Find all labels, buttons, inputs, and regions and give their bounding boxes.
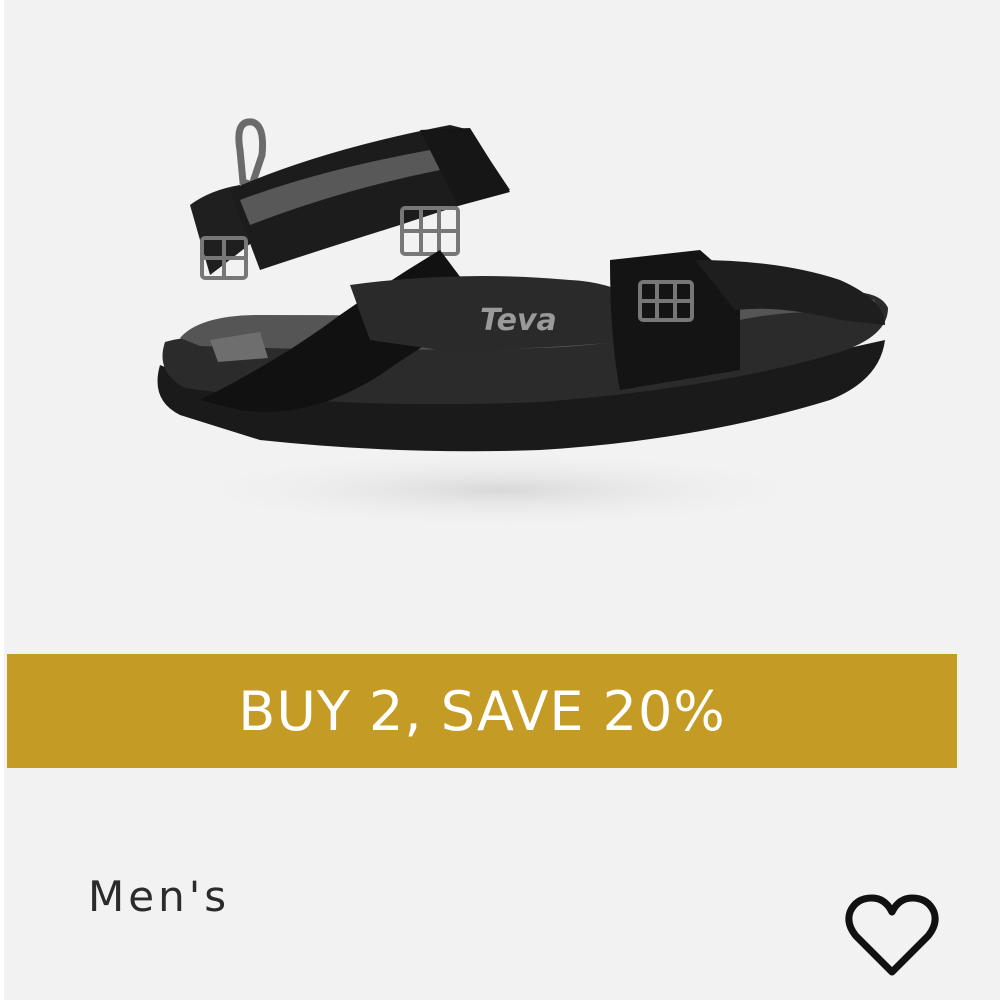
promo-banner[interactable]: BUY 2, SAVE 20% (7, 654, 957, 768)
heart-outline-icon (845, 894, 939, 976)
brand-logo: Teva (480, 303, 557, 338)
sandal-illustration: Teva (157, 118, 888, 530)
promo-text: BUY 2, SAVE 20% (238, 679, 726, 743)
wishlist-button[interactable] (842, 890, 942, 980)
product-gender: Men's (88, 872, 231, 921)
product-image[interactable]: Teva (140, 110, 900, 540)
card-edge (0, 0, 4, 1000)
product-card: Teva BUY 2, SAVE 20% Men's (0, 0, 1000, 1000)
